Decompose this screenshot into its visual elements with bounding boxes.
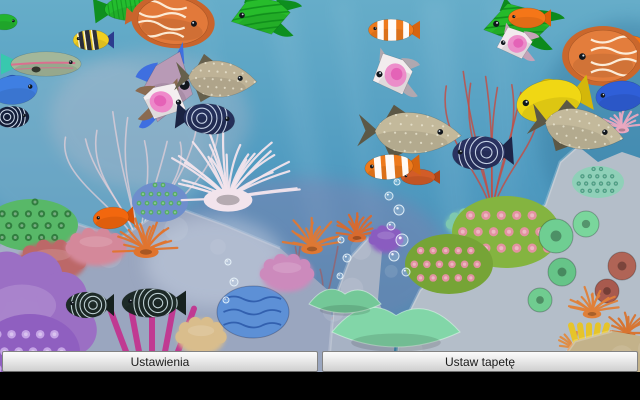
coral-polyps-teal-rocktop xyxy=(572,166,624,198)
bubble xyxy=(225,259,231,265)
bubble xyxy=(223,297,229,303)
coral-mushroom-green-2 xyxy=(573,211,599,237)
coral-mushroom-green-3 xyxy=(548,258,576,286)
bubble xyxy=(394,205,404,215)
coral-mushroom-green-4 xyxy=(528,288,552,312)
navigation-bar: 11:37 xyxy=(0,372,640,400)
coral-mushroom-red-1 xyxy=(608,252,636,280)
bubble xyxy=(387,222,395,230)
coral-brain-blue xyxy=(217,286,289,338)
screen: Ustawienia Ustaw tapetę xyxy=(0,0,640,400)
coral-polyps-bluegreen xyxy=(132,182,188,222)
coral-blob-pink-left xyxy=(66,228,127,266)
settings-button[interactable]: Ustawienia xyxy=(2,351,318,372)
bubble xyxy=(385,192,393,200)
bubble xyxy=(394,179,400,185)
bubble xyxy=(337,273,343,279)
coral-mushroom-green-1 xyxy=(539,219,573,253)
bubble xyxy=(396,234,408,246)
bubble xyxy=(230,278,238,286)
bubble xyxy=(343,254,351,262)
coral-polyps-ball-2 xyxy=(405,234,493,294)
bubble xyxy=(338,237,344,243)
bubble xyxy=(402,268,410,276)
aquarium-wallpaper-preview xyxy=(0,0,640,400)
set-wallpaper-button[interactable]: Ustaw tapetę xyxy=(322,351,638,372)
bubble xyxy=(389,251,399,261)
fish-discus-right xyxy=(562,26,640,86)
